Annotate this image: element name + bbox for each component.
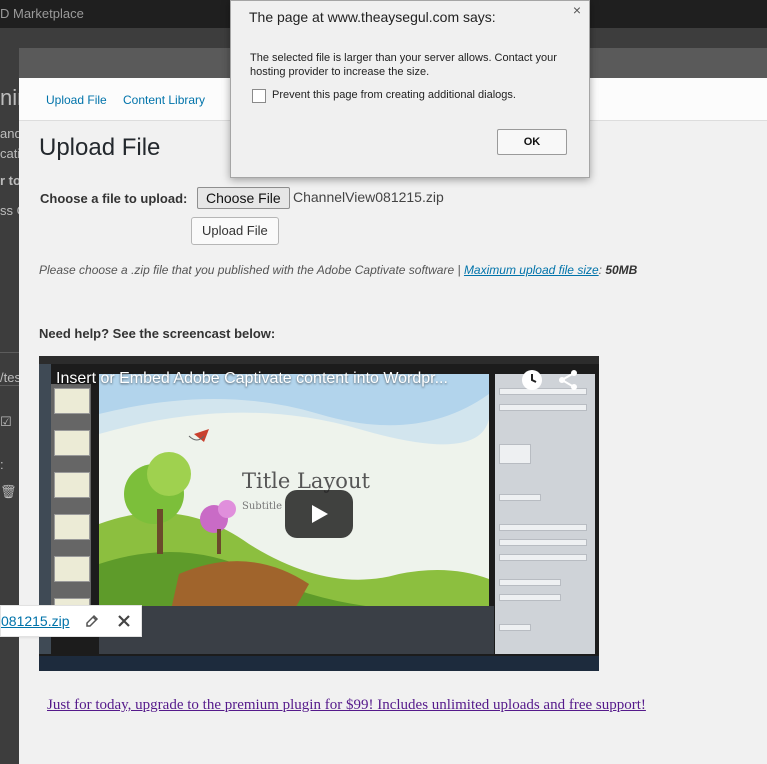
prevent-dialogs-checkbox[interactable]: [252, 89, 266, 103]
dialog-message: The selected file is larger than your se…: [250, 52, 557, 78]
panel-field: [499, 494, 541, 501]
prevent-dialogs-label[interactable]: Prevent this page from creating addition…: [272, 89, 516, 101]
panel-field: [499, 594, 561, 601]
background-text-fragment: r to: [0, 173, 21, 188]
choose-file-label: Choose a file to upload:: [40, 191, 188, 206]
filmstrip-thumb: [54, 430, 90, 456]
dialog-ok-button[interactable]: OK: [497, 129, 567, 155]
choose-file-button[interactable]: Choose File: [197, 187, 290, 209]
panel-field: [499, 624, 531, 631]
filmstrip-thumb: [54, 514, 90, 540]
background-text-fragment: /tes: [0, 370, 21, 385]
background-text-fragment: cati: [0, 146, 21, 161]
video-app-menubar: [39, 356, 599, 364]
video-timeline: [99, 606, 494, 654]
background-text-fragment: :: [0, 457, 4, 472]
selected-file-name: ChannelView081215.zip: [293, 189, 444, 205]
upload-note: Please choose a .zip file that you publi…: [39, 263, 637, 277]
background-divider: [0, 385, 20, 386]
background-text-fragment: 🗑: [0, 484, 17, 499]
share-icon[interactable]: [557, 369, 579, 391]
filmstrip-thumb: [54, 556, 90, 582]
max-upload-size-link[interactable]: Maximum upload file size: [464, 263, 599, 277]
max-upload-size-value: 50MB: [605, 263, 638, 277]
dialog-title: The page at www.theaysegul.com says:: [249, 9, 496, 25]
video-title[interactable]: Insert or Embed Adobe Captivate content …: [56, 370, 448, 388]
dialog-close-icon[interactable]: ×: [573, 2, 581, 18]
background-divider: [0, 352, 20, 353]
tab-upload-file[interactable]: Upload File: [46, 93, 107, 107]
video-properties-panel: [495, 374, 595, 654]
video-filmstrip: [51, 384, 91, 636]
delete-x-icon[interactable]: [116, 613, 132, 629]
slide-subtitle: Subtitle: [242, 501, 283, 512]
pencil-edit-icon[interactable]: [84, 613, 100, 629]
panel-field: [499, 524, 587, 531]
panel-field: [499, 404, 587, 411]
page-title: Upload File: [39, 134, 161, 161]
help-heading: Need help? See the screencast below:: [39, 326, 276, 341]
alert-dialog: The page at www.theaysegul.com says: × T…: [230, 0, 590, 178]
uploaded-file-chip: 081215.zip: [0, 605, 142, 637]
background-text-fragment: ☑: [0, 414, 12, 429]
filmstrip-thumb: [54, 388, 90, 414]
uploaded-file-link[interactable]: 081215.zip: [1, 613, 70, 629]
panel-field: [499, 539, 587, 546]
upload-modal: Upload File Content Library Upload File …: [19, 78, 767, 764]
tab-content-library[interactable]: Content Library: [123, 93, 205, 107]
upload-note-text: Please choose a .zip file that you publi…: [39, 263, 464, 277]
filmstrip-thumb: [54, 472, 90, 498]
panel-field: [499, 554, 587, 561]
panel-field: [499, 444, 531, 464]
play-button-icon[interactable]: [285, 490, 353, 538]
upload-file-button[interactable]: Upload File: [191, 217, 279, 245]
premium-upgrade-link[interactable]: Just for today, upgrade to the premium p…: [47, 696, 647, 714]
watch-later-clock-icon[interactable]: [521, 369, 543, 391]
video-taskbar: [39, 656, 599, 671]
panel-field: [499, 579, 561, 586]
admin-bar-marketplace[interactable]: D Marketplace: [0, 6, 84, 21]
